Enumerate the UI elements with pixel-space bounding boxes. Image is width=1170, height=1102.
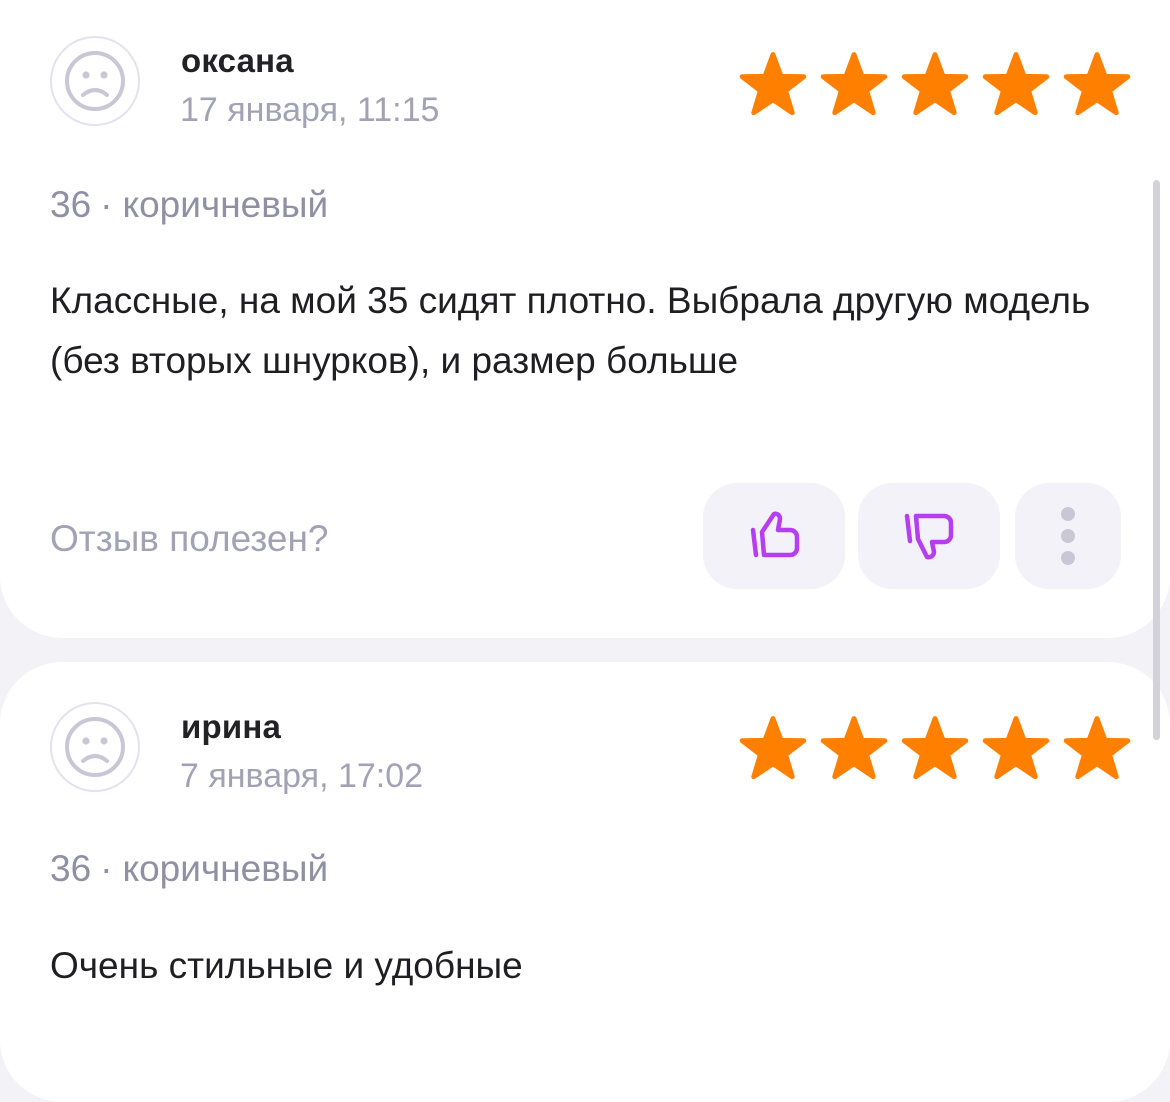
more-vertical-icon: [1061, 507, 1075, 565]
variant-separator: ·: [100, 184, 113, 225]
variant-size: 36: [50, 184, 92, 225]
sad-face-avatar-icon: [65, 51, 125, 111]
review-text: Классные, на мой 35 сидят плотно. Выбрал…: [50, 280, 1091, 381]
star-icon: [901, 52, 969, 116]
review-date: 17 января, 11:15: [180, 91, 440, 129]
star-icon: [739, 716, 807, 780]
like-button[interactable]: [703, 483, 845, 589]
star-icon: [820, 716, 888, 780]
product-variant: 36 · коричневый: [50, 184, 328, 226]
review-author: оксана: [181, 42, 294, 79]
star-icon: [982, 52, 1050, 116]
more-options-button[interactable]: [1015, 483, 1121, 589]
helpful-question: Отзыв полезен?: [50, 518, 329, 559]
star-icon: [901, 716, 969, 780]
scrollbar[interactable]: [1153, 180, 1160, 740]
star-icon: [1063, 52, 1131, 116]
star-icon: [820, 52, 888, 116]
sad-face-avatar-icon: [65, 717, 125, 777]
thumbs-down-icon: [904, 513, 954, 560]
variant-color: коричневый: [122, 848, 329, 889]
dislike-button[interactable]: [858, 483, 1000, 589]
review-card: оксана 17 января, 11:15 36 · коричневый Кл…: [0, 0, 1170, 638]
rating-stars: [738, 714, 1132, 782]
review-text: Очень стильные и удобные: [50, 945, 523, 986]
thumbs-up-icon: [750, 511, 800, 558]
variant-separator: ·: [100, 848, 113, 889]
variant-color: коричневый: [122, 184, 329, 225]
star-icon: [739, 52, 807, 116]
review-author: ирина: [181, 708, 282, 745]
star-icon: [1063, 716, 1131, 780]
product-variant: 36 · коричневый: [50, 848, 328, 890]
avatar: [50, 702, 140, 792]
star-icon: [982, 716, 1050, 780]
avatar: [50, 36, 140, 126]
review-card: ирина 7 января, 17:02 36 · коричневый Очен…: [0, 662, 1170, 1102]
variant-size: 36: [50, 848, 92, 889]
rating-stars: [738, 50, 1132, 118]
review-date: 7 января, 17:02: [180, 757, 424, 795]
